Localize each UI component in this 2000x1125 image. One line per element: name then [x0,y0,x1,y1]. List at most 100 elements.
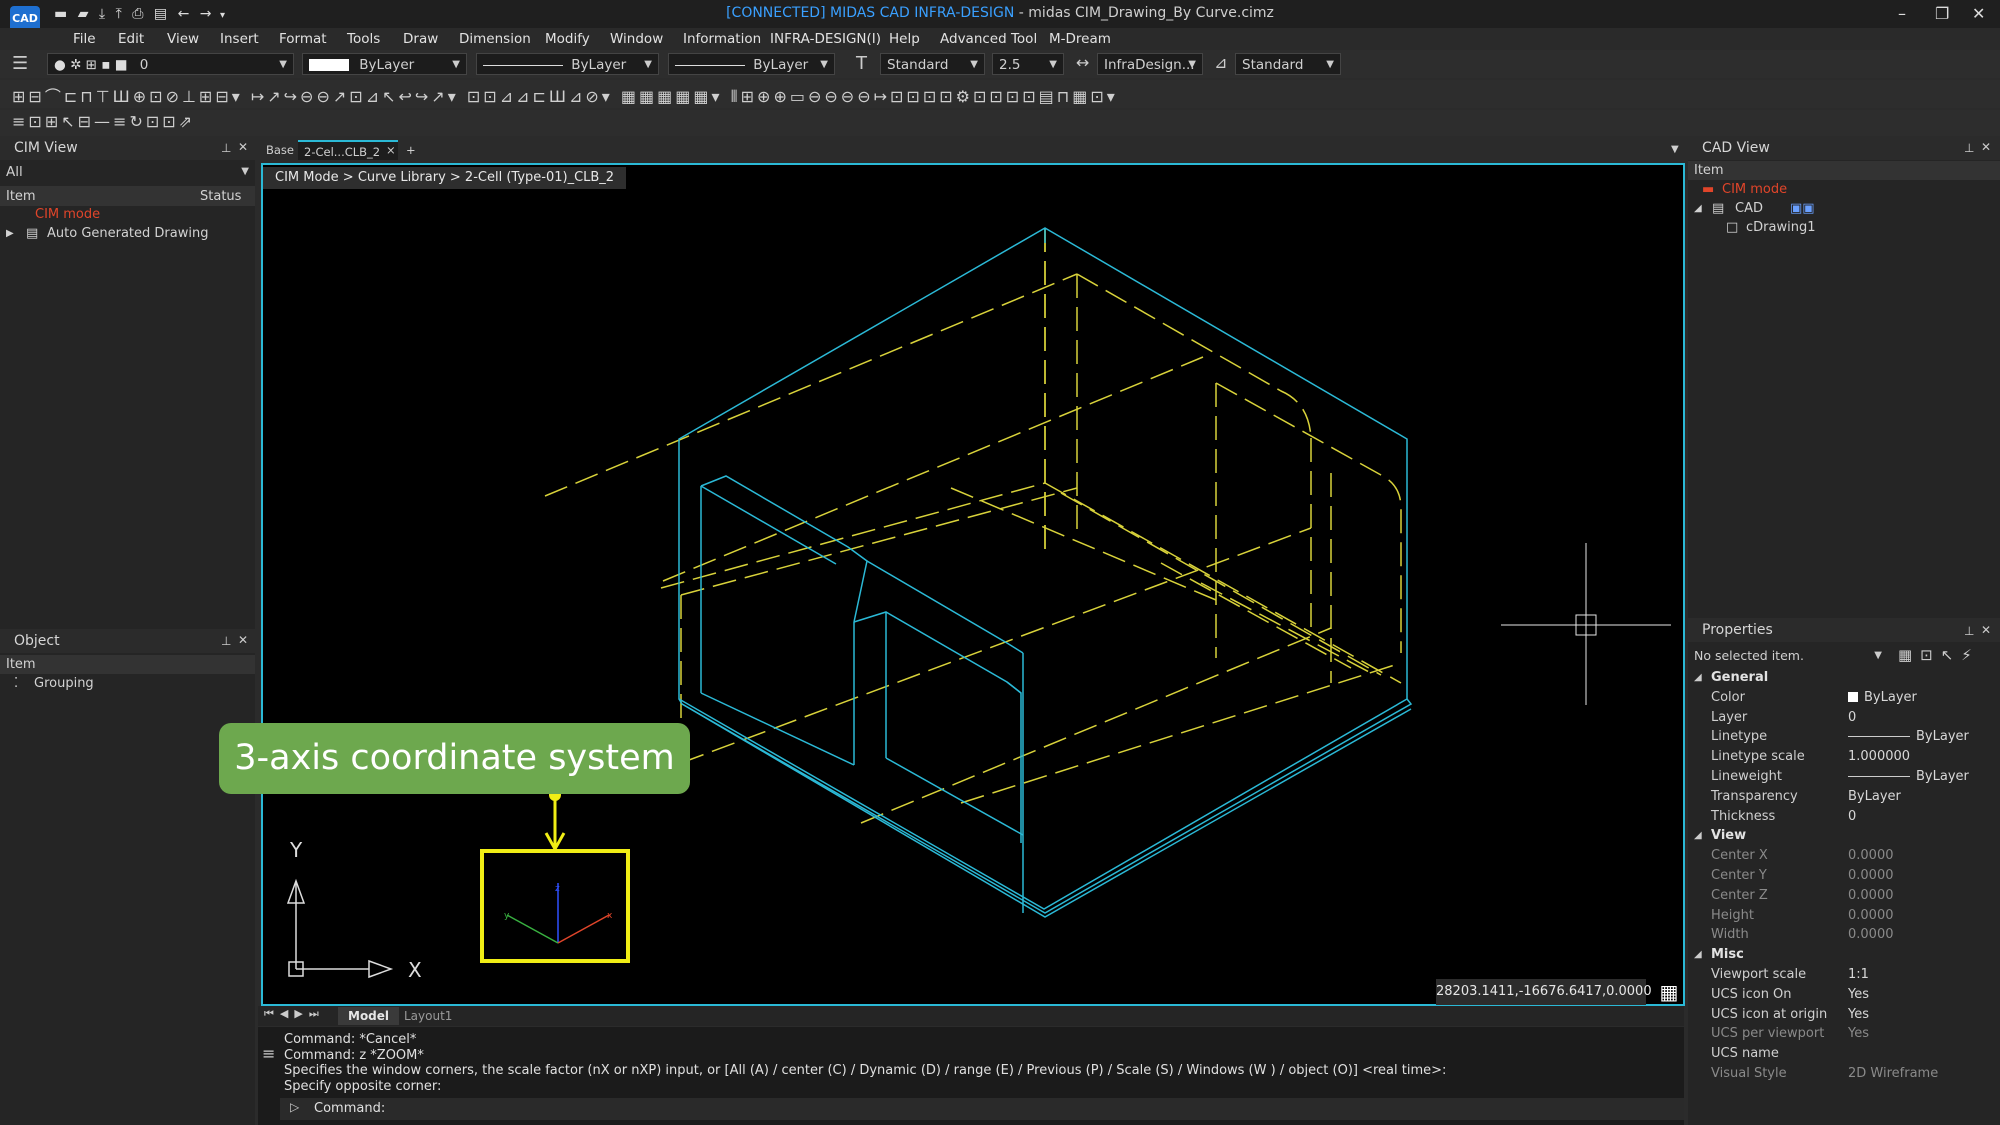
layer-combo[interactable]: ● ✲ ⊞ ▪ ■ 0 ▼ [47,53,294,75]
menu-modify[interactable]: Modify [545,28,590,50]
prop-value[interactable]: ByLayer [1848,690,1917,705]
close-panel-icon[interactable]: ✕ [238,633,248,647]
prop-value[interactable]: 0.0000 [1848,888,1894,903]
menu-insert[interactable]: Insert [220,28,259,50]
tab-base[interactable]: Base [260,140,300,160]
minimize-button[interactable]: – [1898,4,1906,23]
command-history-line: Command: z *ZOOM* [284,1047,424,1063]
draw-modify-icons[interactable]: ⊞⊟⌒⊏⊓⊤Ш⊕⊡⊘⊥⊞⊟▾ ↦↗↪⊖⊖↗⊡⊿↖↩↪↗▾ ⊡⊡⊿⊿⊏Ш⊿⊘▾ ▦… [12,83,1692,107]
close-panel-icon[interactable]: ✕ [1981,623,1991,637]
object-col-item: Item [6,657,36,672]
prop-value[interactable]: ByLayer [1848,789,1901,804]
text-style-combo[interactable]: Standard ▼ [880,53,985,75]
prop-label: Linetype [1711,729,1768,745]
prop-value[interactable]: 0.0000 [1848,868,1894,883]
col-status[interactable]: Status [200,187,241,206]
pin-icon[interactable]: ⊥ [221,141,231,155]
z-axis-tick-icon: z [555,884,560,894]
prop-value[interactable]: 0.0000 [1848,848,1894,863]
tab-list-dropdown-icon[interactable]: ▼ [1665,140,1685,160]
prop-value[interactable]: 0.0000 [1848,908,1894,923]
pin-icon[interactable]: ⊥ [1964,141,1974,155]
lineweight-combo[interactable]: ByLayer ▼ [668,53,835,75]
prop-label: UCS name [1711,1046,1779,1062]
dim-style-icon[interactable]: ↔ [1076,53,1089,72]
dim-style-combo[interactable]: InfraDesign... ▼ [1097,53,1203,75]
grouping-item[interactable]: Grouping [34,674,94,693]
color-swatch [309,59,349,71]
layer-manager-icon[interactable]: ☰ [12,53,28,74]
menu-m-dream[interactable]: M-Dream [1049,28,1111,50]
table-style-icon[interactable]: ⊿ [1214,53,1227,72]
table-style-combo[interactable]: Standard ▼ [1235,53,1341,75]
prop-section-view[interactable]: View [1711,828,1746,843]
layout-nav-icons[interactable]: ⏮◀▶⏭ [264,1007,325,1021]
menu-view[interactable]: View [167,28,199,50]
color-combo[interactable]: ByLayer ▼ [302,53,467,75]
close-panel-icon[interactable]: ✕ [1981,140,1991,154]
cad-tree-cdrawing1[interactable]: cDrawing1 [1746,218,1815,237]
prop-value[interactable]: ByLayer [1848,729,1969,744]
auto-generated-drawing-item[interactable]: Auto Generated Drawing [47,224,208,243]
menu-advanced-tool[interactable]: Advanced Tool [940,28,1037,50]
crosshair-cursor [1501,543,1671,705]
cim-filter-select[interactable]: All ▼ [0,161,255,183]
selection-select[interactable]: No selected item. ▼ [1688,645,1888,667]
prop-value[interactable]: 1:1 [1848,967,1869,982]
prop-value[interactable]: 1.000000 [1848,749,1910,764]
prop-section-misc[interactable]: Misc [1711,947,1744,962]
line-preview [1848,736,1910,738]
tab-layout1[interactable]: Layout1 [404,1007,452,1025]
prop-value[interactable]: ByLayer [1848,769,1969,784]
prop-value[interactable]: 2D Wireframe [1848,1066,1938,1081]
menu-edit[interactable]: Edit [118,28,144,50]
command-input[interactable] [280,1098,1684,1120]
prop-value[interactable]: 0 [1848,809,1856,824]
prop-value[interactable]: 0.0000 [1848,927,1894,942]
menu-help[interactable]: Help [889,28,920,50]
object-list-header [0,655,255,674]
prop-value[interactable]: Yes [1848,1007,1869,1022]
prop-label: Color [1711,689,1745,705]
close-tab-icon[interactable]: × [380,140,402,160]
drawing-canvas[interactable]: Y X z x y [261,163,1685,1006]
menu-infra-design[interactable]: INFRA-DESIGN(I) [770,28,881,50]
cad-tree-cad[interactable]: CAD [1735,199,1763,218]
text-height-combo[interactable]: 2.5 ▼ [992,53,1064,75]
collapse-arrow-icon[interactable]: ◢ [1694,199,1702,218]
section-collapse-icon[interactable]: ◢ [1694,672,1702,683]
section-collapse-icon[interactable]: ◢ [1694,949,1702,960]
menu-file[interactable]: File [73,28,96,50]
close-panel-icon[interactable]: ✕ [238,140,248,154]
menu-dimension[interactable]: Dimension [459,28,531,50]
highlight-box [480,849,630,963]
pin-icon[interactable]: ⊥ [221,634,231,648]
expand-arrow-icon[interactable]: ▶ [6,224,14,243]
tab-model[interactable]: Model [338,1007,400,1025]
menu-draw[interactable]: Draw [403,28,438,50]
linetype-combo[interactable]: ByLayer ▼ [476,53,659,75]
menu-tools[interactable]: Tools [347,28,380,50]
selection-tools-icons[interactable]: ▦⊡↖⚡ [1898,646,1980,664]
prop-value[interactable]: Yes [1848,987,1869,1002]
prop-label: Transparency [1711,788,1798,804]
add-tab-button[interactable]: + [400,140,422,160]
pin-icon[interactable]: ⊥ [1964,624,1974,638]
grid-layout-icon[interactable]: ▦ [1656,979,1682,1005]
prop-section-general[interactable]: General [1711,670,1768,685]
menu-window[interactable]: Window [610,28,663,50]
section-collapse-icon[interactable]: ◢ [1694,830,1702,841]
text-style-icon[interactable]: T [856,53,867,74]
command-menu-icon[interactable]: ≡ [262,1044,275,1063]
close-window-button[interactable]: ✕ [1972,4,1985,23]
menu-information[interactable]: Information [683,28,761,50]
menu-format[interactable]: Format [279,28,327,50]
cad-tree-cim-mode[interactable]: CIM mode [1722,180,1787,199]
restore-button[interactable]: ❐ [1935,4,1949,23]
view-toggle-icons[interactable]: ▣▣ [1790,199,1815,218]
col-item[interactable]: Item [6,187,36,206]
snap-icons[interactable]: ≡⊡⊞↖⊟—≡↻⊡⊡⇗ [12,112,292,131]
prop-value[interactable]: 0 [1848,710,1856,725]
cim-mode-item[interactable]: CIM mode [35,205,100,224]
prop-value[interactable]: Yes [1848,1026,1869,1041]
